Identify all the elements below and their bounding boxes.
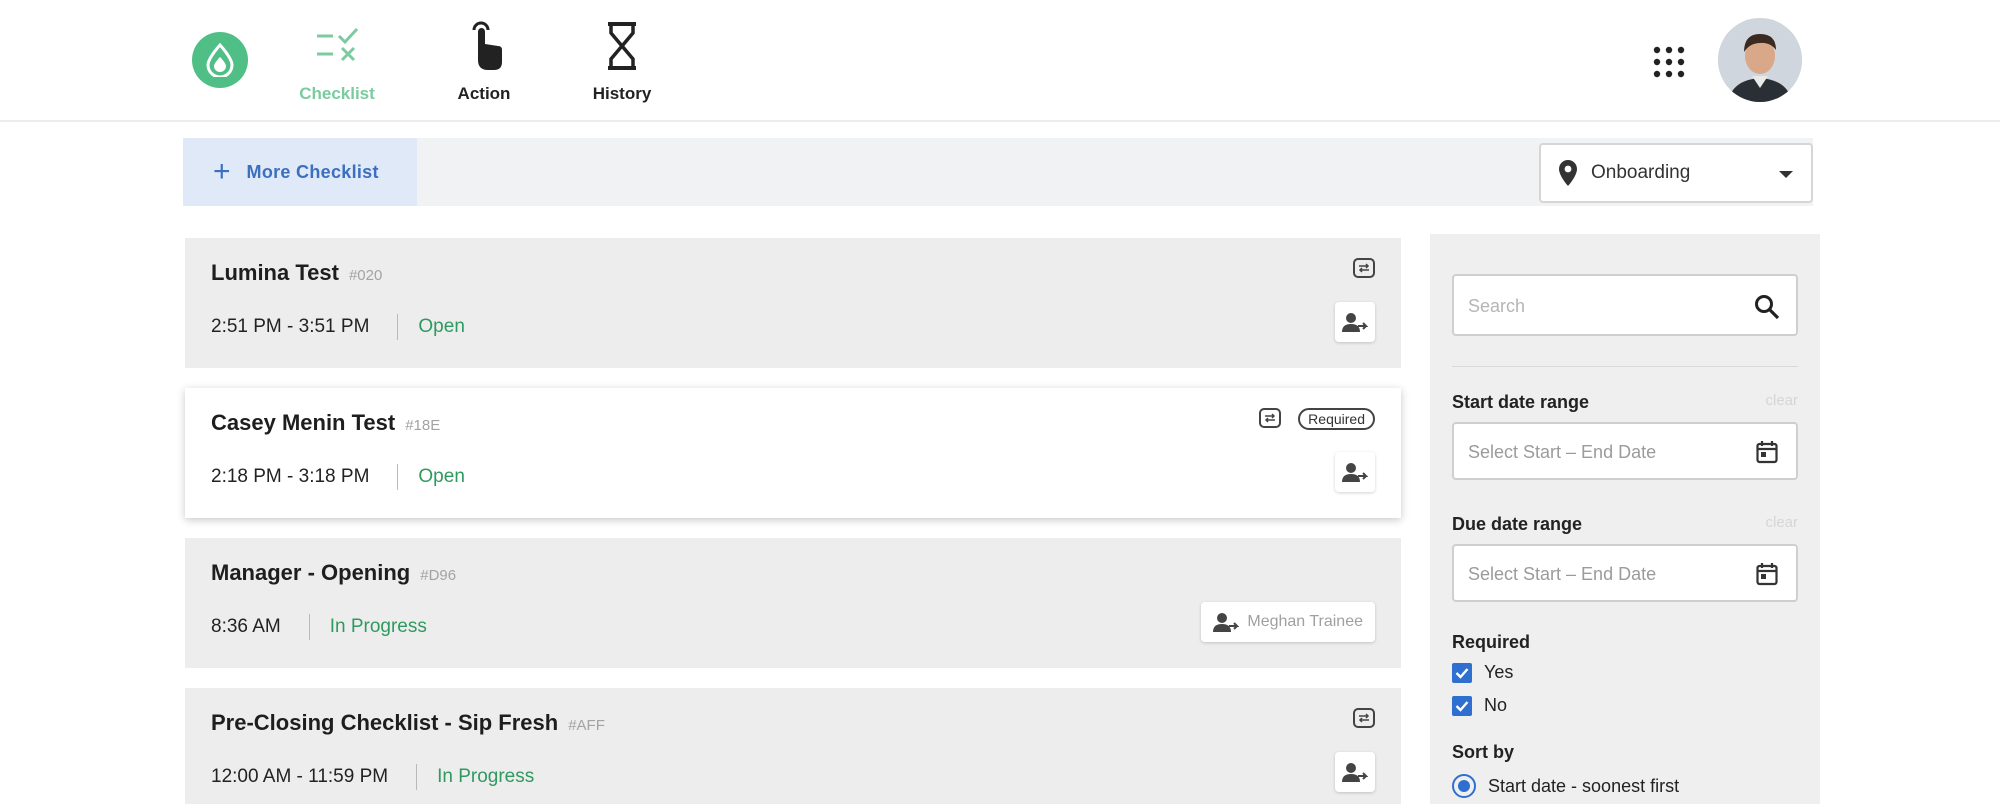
- assign-user-button[interactable]: [1335, 302, 1375, 342]
- clear-start-date-link[interactable]: clear: [1765, 392, 1798, 409]
- required-yes-checkbox[interactable]: Yes: [1452, 662, 1513, 683]
- required-yes-label: Yes: [1484, 662, 1514, 682]
- checklist-title: Pre-Closing Checklist - Sip Fresh #AFF: [211, 710, 605, 736]
- checklist-time: 2:18 PM - 3:18 PM: [211, 466, 370, 487]
- checklist-code: #020: [348, 267, 383, 284]
- calendar-icon: [1756, 441, 1778, 464]
- top-navigation: Checklist Action History: [0, 0, 2000, 122]
- more-checklist-button[interactable]: + More Checklist: [183, 138, 417, 206]
- sort-option-label: Start date - soonest first: [1488, 775, 1680, 796]
- tab-checklist-label: Checklist: [299, 84, 375, 103]
- checklist-title-text: Lumina Test: [211, 260, 339, 285]
- assign-user-icon: [1342, 763, 1368, 782]
- checklist-time-row: 8:36 AM In Progress: [211, 614, 427, 640]
- checklist-title-text: Casey Menin Test: [211, 410, 396, 435]
- checklist-card[interactable]: Pre-Closing Checklist - Sip Fresh #AFF 12…: [185, 688, 1401, 804]
- required-no-label: No: [1484, 695, 1508, 715]
- checklist-code: #D96: [420, 567, 457, 584]
- location-pin-icon: [1559, 160, 1577, 186]
- checklist-time-row: 2:18 PM - 3:18 PM Open: [211, 464, 465, 490]
- tab-action[interactable]: Action: [424, 18, 544, 108]
- start-date-range-field[interactable]: Select Start – End Date: [1452, 422, 1798, 480]
- due-date-label: Due date range: [1452, 514, 1583, 534]
- assign-user-icon: [1213, 613, 1240, 632]
- plus-icon: +: [213, 155, 231, 188]
- checklist-time-row: 12:00 AM - 11:59 PM In Progress: [211, 764, 534, 790]
- search-input[interactable]: [1468, 292, 1738, 320]
- tap-icon: [472, 21, 502, 70]
- droplet-logo-icon: [206, 43, 234, 77]
- due-date-placeholder: Select Start – End Date: [1468, 564, 1657, 584]
- calendar-icon: [1756, 563, 1778, 586]
- start-date-placeholder: Select Start – End Date: [1468, 442, 1657, 462]
- divider: [416, 764, 418, 790]
- clear-due-date-link[interactable]: clear: [1765, 514, 1798, 531]
- assign-user-button[interactable]: [1335, 452, 1375, 492]
- required-badge: Required: [1298, 408, 1375, 430]
- user-avatar[interactable]: [1718, 18, 1802, 102]
- checklist-card[interactable]: Lumina Test #020 2:51 PM - 3:51 PM Open: [185, 238, 1401, 368]
- app-logo[interactable]: [192, 32, 248, 88]
- search-icon[interactable]: [1754, 294, 1780, 320]
- checklist-code: #AFF: [568, 717, 605, 734]
- status-text: In Progress: [437, 766, 535, 787]
- checklist-title-text: Pre-Closing Checklist - Sip Fresh: [211, 710, 559, 735]
- search-box: [1452, 274, 1798, 336]
- recurring-icon: [1353, 258, 1375, 278]
- required-no-checkbox[interactable]: No: [1452, 695, 1507, 716]
- location-select[interactable]: Onboarding: [1539, 143, 1813, 203]
- tab-action-label: Action: [457, 84, 511, 103]
- grid-icon: [1653, 46, 1685, 78]
- required-filter-label: Required: [1452, 632, 1531, 652]
- assign-user-icon: [1342, 463, 1368, 482]
- sort-by-label: Sort by: [1452, 742, 1515, 762]
- status-text: Open: [418, 466, 465, 487]
- user-photo-icon: [1718, 18, 1802, 102]
- checklist-time: 2:51 PM - 3:51 PM: [211, 316, 370, 337]
- filter-divider: [1452, 366, 1798, 367]
- checklist-title: Lumina Test #020: [211, 260, 382, 286]
- chevron-down-icon: [1779, 171, 1793, 178]
- status-text: Open: [418, 316, 465, 337]
- checklist-card[interactable]: Casey Menin Test #18E 2:18 PM - 3:18 PM Op…: [185, 388, 1401, 518]
- assignee-chip[interactable]: Meghan Trainee: [1201, 602, 1375, 642]
- divider: [397, 314, 399, 340]
- more-checklist-label: More Checklist: [246, 161, 379, 182]
- hourglass-icon: [608, 22, 636, 70]
- location-value: Onboarding: [1591, 162, 1691, 183]
- tab-history-label: History: [592, 84, 652, 103]
- divider: [397, 464, 399, 490]
- recurring-icon: [1353, 708, 1375, 728]
- app-grid-button[interactable]: [1652, 45, 1686, 79]
- divider: [308, 614, 310, 640]
- assignee-name: Meghan Trainee: [1247, 613, 1363, 630]
- checklist-time: 8:36 AM: [211, 616, 281, 637]
- checklist-time: 12:00 AM - 11:59 PM: [211, 766, 389, 787]
- status-text: In Progress: [329, 616, 427, 637]
- checklist-title-text: Manager - Opening: [211, 560, 411, 585]
- tab-history[interactable]: History: [562, 18, 682, 108]
- checklist-title: Casey Menin Test #18E: [211, 410, 440, 436]
- tab-checklist[interactable]: Checklist: [277, 18, 397, 108]
- checklist-card[interactable]: Manager - Opening #D96 8:36 AM In Progress…: [185, 538, 1401, 668]
- checklist-title: Manager - Opening #D96: [211, 560, 456, 586]
- assign-user-button[interactable]: [1335, 752, 1375, 792]
- checkbox-checked-icon: [1452, 695, 1472, 716]
- checkbox-checked-icon: [1452, 662, 1472, 683]
- due-date-range-field[interactable]: Select Start – End Date: [1452, 544, 1798, 602]
- assign-user-icon: [1342, 313, 1368, 332]
- checklist-code: #18E: [405, 417, 441, 434]
- start-date-label: Start date range: [1452, 392, 1590, 412]
- recurring-icon: [1259, 408, 1281, 428]
- checklist-time-row: 2:51 PM - 3:51 PM Open: [211, 314, 465, 340]
- filter-panel: Start date range clear Select Start – En…: [1430, 234, 1820, 804]
- radio-selected-icon: [1452, 774, 1476, 798]
- sort-option-radio[interactable]: Start date - soonest first: [1452, 774, 1679, 798]
- checklist-icon: [317, 27, 359, 62]
